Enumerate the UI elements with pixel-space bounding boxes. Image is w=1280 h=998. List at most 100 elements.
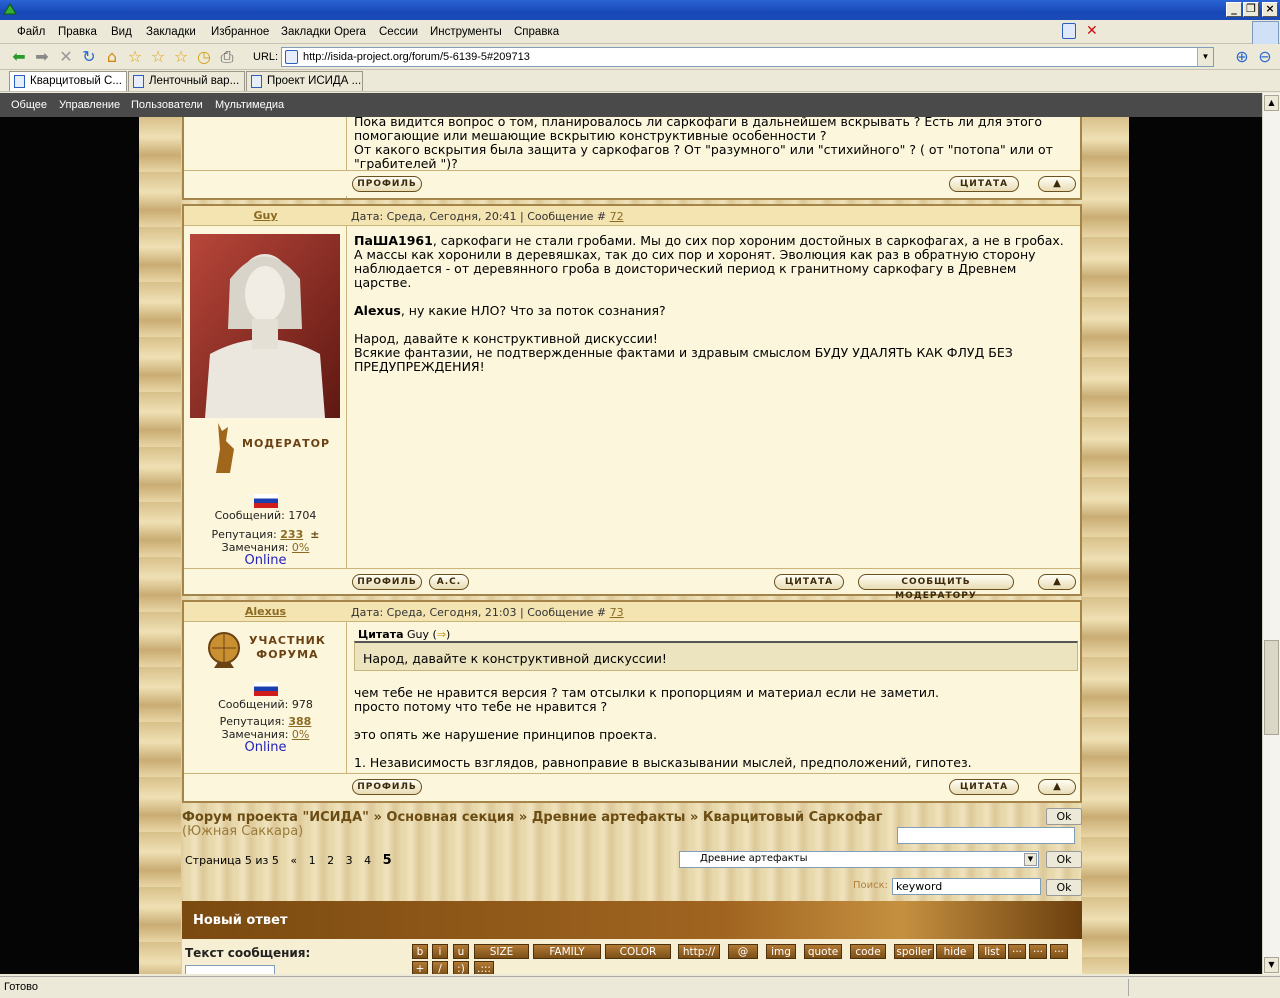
chevron-down-icon[interactable]: ▼ bbox=[1024, 853, 1037, 866]
size-select[interactable]: SIZE bbox=[474, 944, 529, 959]
page-link[interactable]: 1 bbox=[309, 854, 316, 867]
menu-favorites[interactable]: Избранное bbox=[211, 26, 269, 38]
forum-jump-ok-button[interactable]: Ok bbox=[1046, 851, 1082, 868]
forward-icon[interactable]: ➡ bbox=[33, 48, 51, 66]
page-icon bbox=[133, 75, 144, 88]
post-actions: ПРОФИЛЬ ЦИТАТА ▲ bbox=[184, 170, 1080, 196]
search-ok-button[interactable]: Ok bbox=[1046, 879, 1082, 896]
panel-general[interactable]: Общее bbox=[11, 99, 47, 111]
author-name-link[interactable]: Alexus bbox=[184, 605, 347, 618]
page-link[interactable]: 3 bbox=[346, 854, 353, 867]
print-icon[interactable]: ⎙ bbox=[218, 48, 236, 66]
menu-help[interactable]: Справка bbox=[514, 26, 559, 38]
new-page-icon[interactable] bbox=[1062, 23, 1076, 39]
star-icon[interactable]: ☆ bbox=[149, 48, 167, 66]
search-input[interactable]: keyword bbox=[892, 878, 1041, 895]
italic-button[interactable]: i bbox=[432, 944, 448, 959]
back-icon[interactable]: ⬅ bbox=[10, 48, 28, 66]
scroll-top-button[interactable]: ▲ bbox=[1038, 176, 1076, 192]
color-select[interactable]: COLOR bbox=[605, 944, 671, 959]
panel-multimedia[interactable]: Мультимедиа bbox=[215, 99, 284, 111]
home-icon[interactable]: ⌂ bbox=[103, 48, 121, 66]
url-dropdown-icon[interactable]: ▼ bbox=[1197, 48, 1213, 66]
history-icon[interactable]: ◷ bbox=[195, 48, 213, 66]
panel-management[interactable]: Управление bbox=[59, 99, 120, 111]
ok-button[interactable]: Ok bbox=[1046, 808, 1082, 825]
more-button[interactable]: ··· bbox=[1008, 944, 1026, 959]
menu-edit[interactable]: Правка bbox=[58, 26, 97, 38]
scroll-thumb[interactable] bbox=[1264, 640, 1279, 735]
menu-bookmarks[interactable]: Закладки bbox=[146, 26, 196, 38]
crumb-topic[interactable]: Кварцитовый Саркофаг bbox=[703, 810, 883, 825]
post-number-link[interactable]: 72 bbox=[610, 210, 624, 223]
profile-button[interactable]: ПРОФИЛЬ bbox=[352, 176, 422, 192]
restore-button[interactable]: ❐ bbox=[1243, 2, 1259, 17]
message-textarea[interactable] bbox=[185, 965, 275, 974]
panel-users[interactable]: Пользователи bbox=[131, 99, 203, 111]
reputation-link[interactable]: 388 bbox=[288, 715, 311, 728]
text-input[interactable] bbox=[897, 827, 1075, 844]
slash-button[interactable]: / bbox=[432, 961, 448, 974]
page-prev-link[interactable]: « bbox=[290, 854, 297, 867]
menu-view[interactable]: Вид bbox=[111, 26, 132, 38]
crumb-section[interactable]: Основная секция bbox=[386, 810, 514, 825]
plus-button[interactable]: + bbox=[412, 961, 428, 974]
close-page-icon[interactable]: ✕ bbox=[1086, 23, 1102, 39]
post-paragraph: Alexus, ну какие НЛО? Что за поток созна… bbox=[354, 304, 1070, 318]
reputation-change-icon[interactable]: ± bbox=[310, 528, 319, 541]
close-button[interactable]: × bbox=[1262, 2, 1278, 17]
scroll-up-icon[interactable]: ▲ bbox=[1264, 95, 1279, 111]
hide-button[interactable]: hide bbox=[936, 944, 974, 959]
tab-tape-variant[interactable]: Ленточный вар... bbox=[128, 71, 245, 91]
special-button[interactable]: .::: bbox=[474, 961, 494, 974]
email-button[interactable]: @ bbox=[728, 944, 758, 959]
profile-button[interactable]: ПРОФИЛЬ bbox=[352, 779, 422, 795]
bold-button[interactable]: b bbox=[412, 944, 428, 959]
vertical-scrollbar[interactable]: ▲ ▼ bbox=[1262, 93, 1280, 974]
more-button[interactable]: ··· bbox=[1029, 944, 1047, 959]
tab-quartz-sarcophagus[interactable]: Кварцитовый С... bbox=[9, 71, 127, 91]
spoiler-button[interactable]: spoiler bbox=[894, 944, 934, 959]
scroll-top-button[interactable]: ▲ bbox=[1038, 779, 1076, 795]
as-button[interactable]: А.С. bbox=[429, 574, 469, 590]
menu-opera-bookmarks[interactable]: Закладки Opera bbox=[281, 26, 366, 38]
post-text: Народ, давайте к конструктивной дискусси… bbox=[354, 331, 658, 346]
reload-icon[interactable]: ↻ bbox=[80, 48, 98, 66]
zoom-out-icon[interactable]: ⊖ bbox=[1256, 48, 1274, 66]
menu-tools[interactable]: Инструменты bbox=[430, 26, 502, 38]
reputation-link[interactable]: 233 bbox=[280, 528, 303, 541]
forum-jump-select[interactable]: Древние артефакты ▼ bbox=[679, 851, 1039, 868]
star-icon[interactable]: ☆ bbox=[172, 48, 190, 66]
star-icon[interactable]: ☆ bbox=[126, 48, 144, 66]
profile-button[interactable]: ПРОФИЛЬ bbox=[352, 574, 422, 590]
underline-button[interactable]: u bbox=[453, 944, 469, 959]
smiley-button[interactable]: :) bbox=[453, 961, 469, 974]
menu-file[interactable]: Файл bbox=[17, 26, 45, 38]
tab-isida-project[interactable]: Проект ИСИДА ... bbox=[246, 71, 363, 91]
list-button[interactable]: list bbox=[978, 944, 1006, 959]
stop-icon[interactable]: ✕ bbox=[57, 48, 75, 66]
family-select[interactable]: FAMILY bbox=[533, 944, 601, 959]
quote-tag-button[interactable]: quote bbox=[804, 944, 842, 959]
scroll-down-icon[interactable]: ▼ bbox=[1264, 957, 1279, 973]
report-moderator-button[interactable]: СООБЩИТЬ МОДЕРАТОРУ bbox=[858, 574, 1014, 601]
quote-button[interactable]: ЦИТАТА bbox=[949, 176, 1019, 192]
crumb-forum[interactable]: Форум проекта "ИСИДА" bbox=[182, 810, 369, 825]
page-link[interactable]: 4 bbox=[364, 854, 371, 867]
minimize-button[interactable]: _ bbox=[1226, 2, 1242, 17]
url-button[interactable]: http:// bbox=[678, 944, 720, 959]
quote-link-icon[interactable]: ⇒ bbox=[437, 628, 446, 641]
zoom-in-icon[interactable]: ⊕ bbox=[1233, 48, 1251, 66]
crumb-subforum[interactable]: Древние артефакты bbox=[532, 810, 686, 825]
more-button[interactable]: ··· bbox=[1050, 944, 1068, 959]
page-link[interactable]: 2 bbox=[327, 854, 334, 867]
quote-button[interactable]: ЦИТАТА bbox=[774, 574, 844, 590]
img-button[interactable]: img bbox=[766, 944, 796, 959]
menu-sessions[interactable]: Сессии bbox=[379, 26, 418, 38]
url-field[interactable]: http://isida-project.org/forum/5-6139-5#… bbox=[281, 47, 1214, 67]
post-number-link[interactable]: 73 bbox=[610, 606, 624, 619]
scroll-top-button[interactable]: ▲ bbox=[1038, 574, 1076, 590]
author-name-link[interactable]: Guy bbox=[184, 209, 347, 222]
code-button[interactable]: code bbox=[850, 944, 886, 959]
quote-button[interactable]: ЦИТАТА bbox=[949, 779, 1019, 795]
